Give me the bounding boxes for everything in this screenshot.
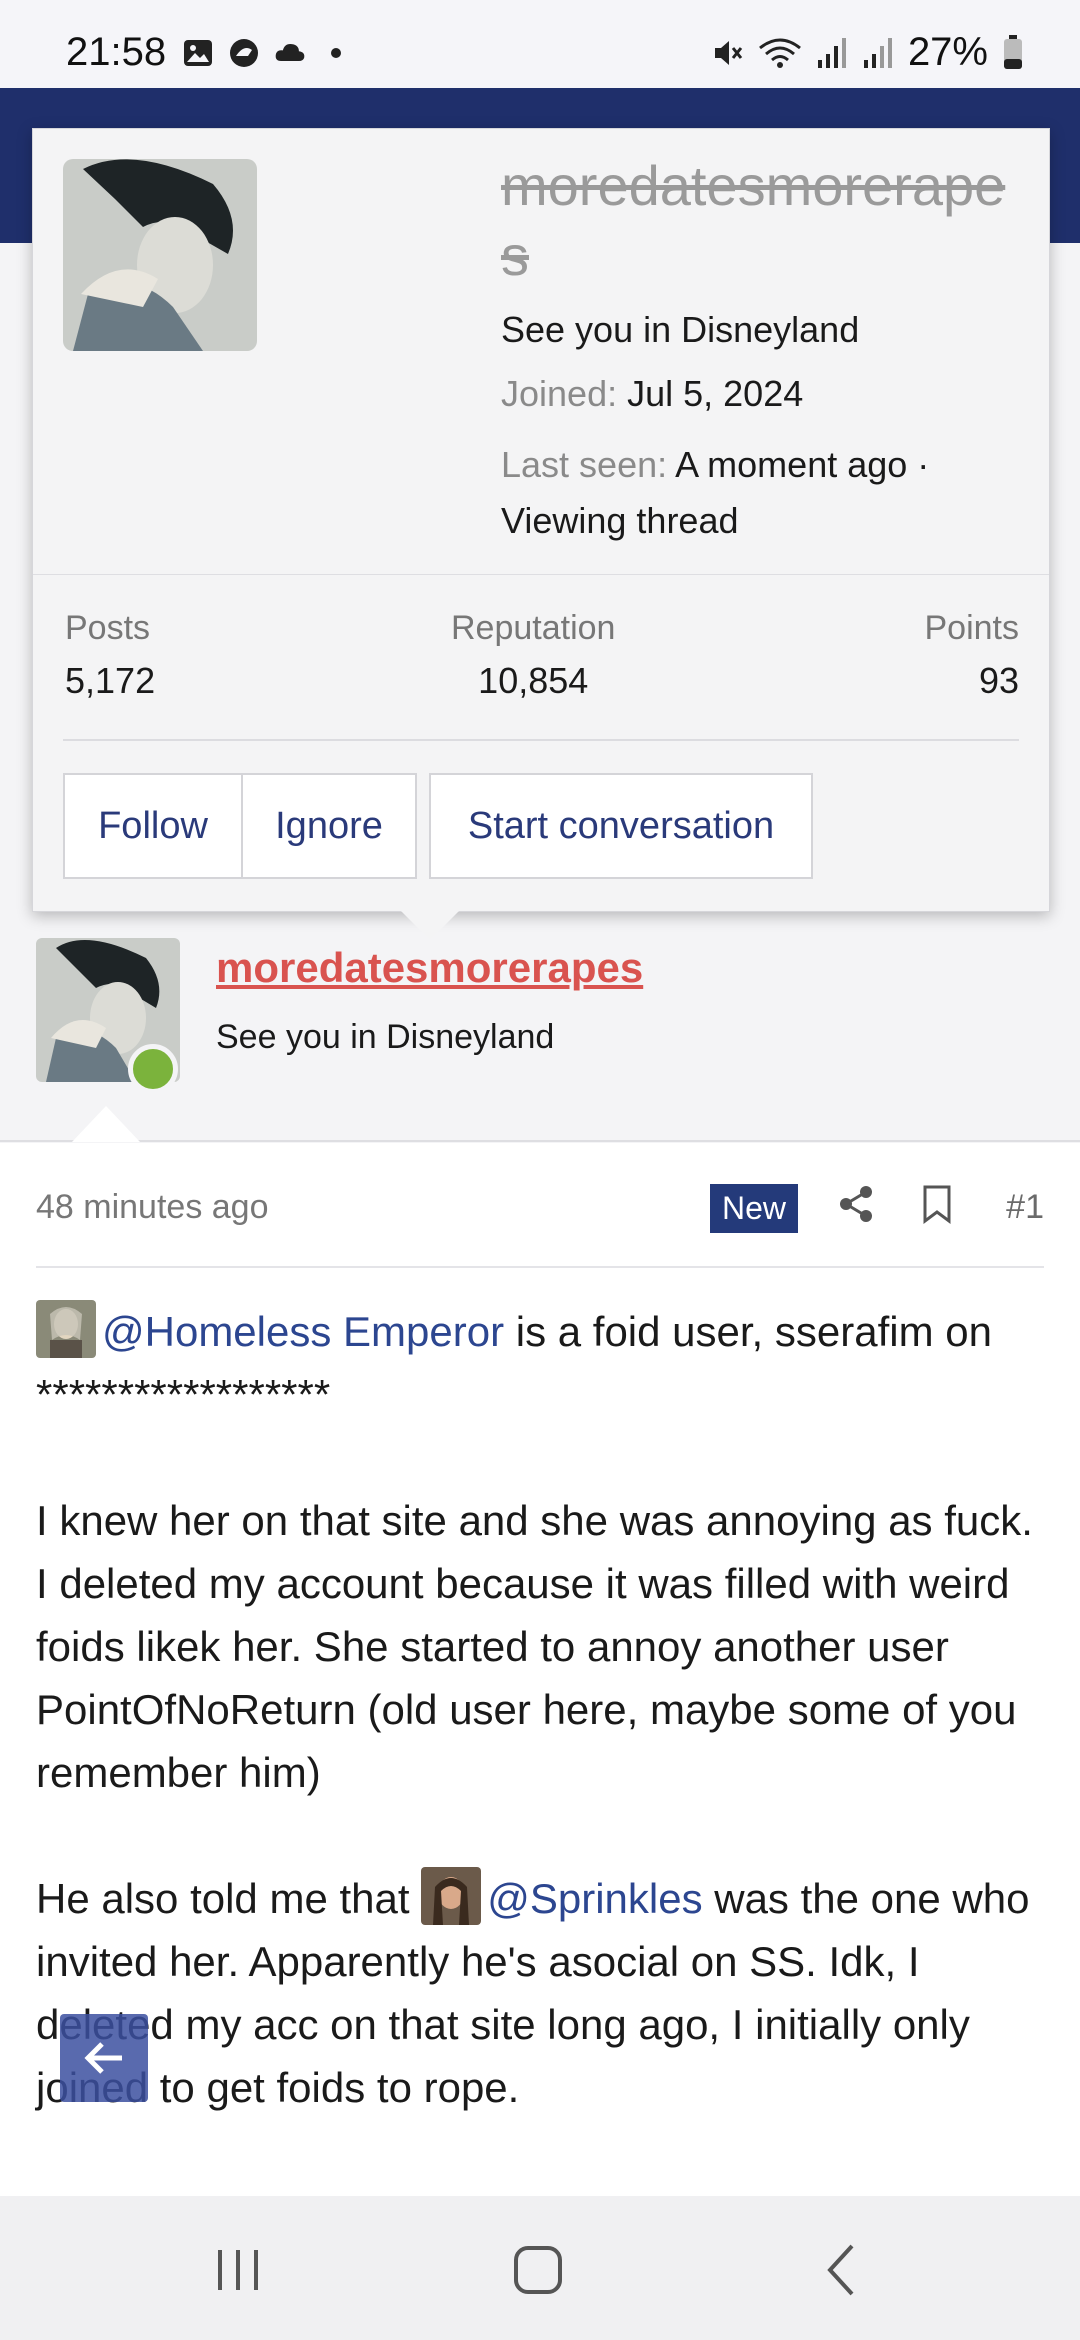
joined-label: Joined: <box>501 373 618 414</box>
arrow-left-icon <box>84 2042 122 2074</box>
stat-points-label: Points <box>924 609 1020 647</box>
back-icon[interactable] <box>812 2240 872 2300</box>
post-meta-divider <box>36 1266 1044 1268</box>
signal-icon <box>817 37 846 68</box>
wifi-icon <box>759 38 801 68</box>
recent-apps-icon[interactable] <box>208 2240 268 2300</box>
stat-points-value: 93 <box>978 660 1019 701</box>
stat-points[interactable]: Points 93 <box>925 609 1020 702</box>
member-card-joined: Joined: Jul 5, 2024 <box>501 373 803 415</box>
stat-posts-value: 5,172 <box>65 660 156 701</box>
ignore-button[interactable]: Ignore <box>241 773 417 879</box>
system-nav-bar <box>0 2196 1080 2340</box>
battery-percent: 27% <box>907 30 988 74</box>
share-icon[interactable] <box>836 1184 876 1224</box>
author-title: See you in Disneyland <box>216 1018 555 1056</box>
battery-icon <box>1004 34 1022 69</box>
post-text: He also told me that <box>36 1875 422 1922</box>
cloud-icon <box>275 44 305 61</box>
post-author-block: moredatesmorerapes See you in Disneyland <box>0 900 1080 1142</box>
member-card-header: moredatesmorerapes See you in Disneyland… <box>33 129 1049 575</box>
member-avatar[interactable] <box>63 159 257 351</box>
follow-button[interactable]: Follow <box>63 773 243 879</box>
post-number-link[interactable]: #1 <box>1006 1188 1044 1227</box>
joined-value: Jul 5, 2024 <box>627 373 804 414</box>
mention-link-homeless-emperor[interactable]: @Homeless Emperor <box>102 1308 504 1355</box>
signal-icon <box>863 37 892 68</box>
new-badge: New <box>710 1184 799 1233</box>
status-time: 21:58 <box>66 30 167 74</box>
start-conversation-button[interactable]: Start conversation <box>429 773 813 879</box>
floating-back-button[interactable] <box>60 2014 148 2102</box>
messenger-icon <box>230 39 258 67</box>
notification-icons <box>182 38 352 68</box>
homeless-emperor-avatar <box>36 1300 96 1358</box>
status-bar: 21:58 27% <box>0 0 1080 88</box>
member-card-divider <box>63 739 1019 741</box>
post-timestamp[interactable]: 48 minutes ago <box>36 1188 269 1227</box>
member-card-pointer <box>398 908 462 940</box>
author-pointer-arrow <box>72 1106 140 1142</box>
stat-reputation-value: 10,854 <box>478 660 589 701</box>
author-username-link[interactable]: moredatesmorerapes <box>216 944 643 992</box>
post-body: @Homeless Emperor is a foid user, sseraf… <box>36 1300 1046 2182</box>
post-paragraph: I knew her on that site and she was anno… <box>36 1497 1033 1796</box>
member-tooltip-card: moredatesmorerapes See you in Disneyland… <box>32 128 1050 912</box>
member-card-username[interactable]: moredatesmorerapes <box>501 151 1021 291</box>
mention-link-sprinkles[interactable]: @Sprinkles <box>487 1875 702 1922</box>
online-status-indicator <box>128 1044 178 1094</box>
mute-icon <box>714 40 743 65</box>
gallery-icon <box>184 40 212 66</box>
stat-reputation-label: Reputation <box>451 609 616 647</box>
stat-posts-label: Posts <box>65 609 151 647</box>
post-paragraph: He also told me that @Sprinkles was the … <box>36 1867 1046 2119</box>
member-card-title: See you in Disneyland <box>501 309 860 350</box>
post-meta: 48 minutes ago New #1 <box>36 1174 1044 1264</box>
dot-icon <box>331 48 341 58</box>
member-card-last-seen: Last seen: A moment ago · Viewing thread <box>501 437 1021 549</box>
post-paragraph: @Homeless Emperor is a foid user, sseraf… <box>36 1300 1046 1426</box>
bookmark-icon[interactable] <box>920 1184 954 1224</box>
home-icon[interactable] <box>508 2240 568 2300</box>
stat-reputation[interactable]: Reputation 10,854 <box>451 609 615 702</box>
sprinkles-avatar <box>421 1867 482 1925</box>
last-seen-label: Last seen: <box>501 444 668 485</box>
stat-posts[interactable]: Posts 5,172 <box>65 609 155 702</box>
status-right: 27% <box>710 30 1024 75</box>
